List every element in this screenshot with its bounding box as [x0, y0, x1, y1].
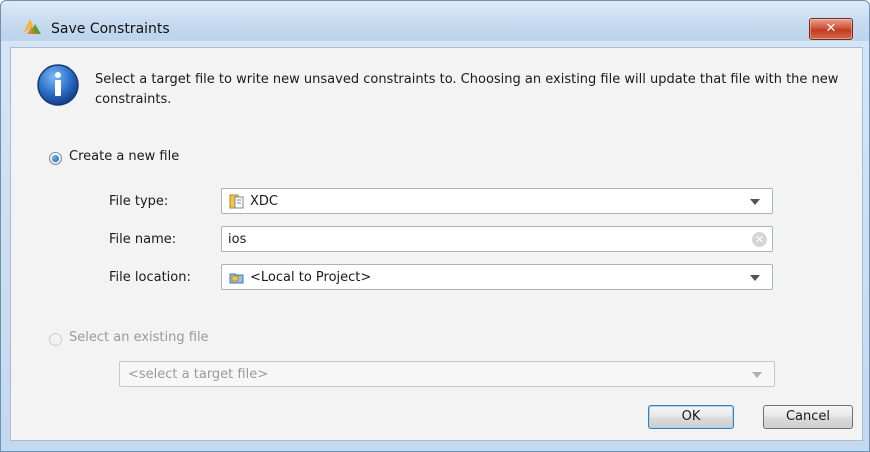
create-new-file-label[interactable]: Create a new file: [69, 149, 179, 164]
file-type-label: File type:: [109, 194, 169, 209]
folder-icon: [229, 273, 244, 284]
file-name-value: ios: [228, 232, 247, 247]
cancel-button[interactable]: Cancel: [763, 405, 853, 429]
file-location-label: File location:: [109, 270, 191, 285]
create-new-file-radio[interactable]: [49, 152, 62, 165]
clear-icon[interactable]: ✕: [752, 232, 767, 247]
title-bar[interactable]: Save Constraints ✕: [1, 1, 869, 41]
dialog-content: Select a target file to write new unsave…: [10, 47, 863, 441]
ok-button[interactable]: OK: [648, 405, 734, 429]
file-type-value: XDC: [250, 194, 278, 209]
select-existing-file-radio[interactable]: [49, 333, 62, 346]
existing-file-dropdown[interactable]: <select a target file>: [119, 361, 775, 387]
file-location-value: <Local to Project>: [250, 270, 372, 285]
chevron-down-icon[interactable]: [750, 275, 760, 281]
chevron-down-icon[interactable]: [752, 372, 762, 378]
file-name-input[interactable]: ios ✕: [221, 226, 773, 252]
existing-file-placeholder: <select a target file>: [128, 367, 269, 382]
select-existing-file-label[interactable]: Select an existing file: [69, 330, 209, 345]
chevron-down-icon[interactable]: [750, 199, 760, 205]
info-message: Select a target file to write new unsave…: [95, 72, 839, 107]
file-location-dropdown[interactable]: <Local to Project>: [221, 264, 773, 290]
xdc-file-icon: [229, 194, 244, 209]
file-name-label: File name:: [109, 232, 177, 247]
window-title: Save Constraints: [51, 21, 170, 37]
close-button[interactable]: ✕: [809, 18, 853, 40]
save-constraints-dialog: Save Constraints ✕ Select a target file …: [0, 0, 870, 452]
info-icon: [37, 64, 79, 106]
vivado-app-icon: [23, 19, 41, 34]
file-type-dropdown[interactable]: XDC: [221, 188, 773, 214]
